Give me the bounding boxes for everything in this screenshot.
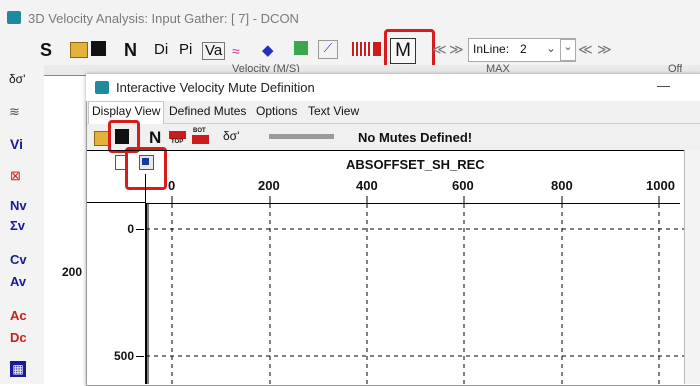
y-tick-mark bbox=[136, 229, 144, 230]
x-axis-title: ABSOFFSET_SH_REC bbox=[346, 157, 485, 172]
wave-icon[interactable]: ≈ bbox=[232, 43, 240, 59]
status-indicator-bar bbox=[269, 134, 334, 139]
glasses-icon[interactable]: δσ' bbox=[223, 129, 239, 143]
status-text: No Mutes Defined! bbox=[358, 130, 473, 145]
glasses-icon[interactable]: δσ' bbox=[9, 72, 25, 86]
prev-line-icon[interactable]: ≪ bbox=[432, 41, 447, 58]
background-y-value: 200 bbox=[62, 265, 83, 279]
off-header: Off bbox=[668, 63, 683, 72]
dialog-title: Interactive Velocity Mute Definition bbox=[116, 80, 315, 95]
max-header: MAX bbox=[486, 63, 510, 72]
cube-icon[interactable]: ◆ bbox=[262, 41, 274, 59]
y-tick-label: 500 bbox=[113, 349, 134, 363]
main-window-title: 3D Velocity Analysis: Input Gather: [ 7]… bbox=[28, 11, 299, 26]
inline-value: 2 bbox=[520, 42, 527, 56]
app-icon bbox=[7, 11, 21, 24]
dialog-right-scroll-edge[interactable] bbox=[684, 150, 700, 384]
nv-tool[interactable]: Nv bbox=[10, 198, 27, 213]
next-line-icon[interactable]: ≫ bbox=[449, 41, 464, 58]
pi-button[interactable]: Pi bbox=[179, 42, 192, 58]
ac-tool[interactable]: Ac bbox=[10, 308, 27, 323]
color-map-icon[interactable] bbox=[294, 41, 308, 55]
y-tick-mark bbox=[136, 356, 144, 357]
top-label: TOP bbox=[171, 139, 184, 145]
next-inline-icon[interactable]: ≫ bbox=[597, 41, 612, 58]
pick-icon[interactable]: ⟋ bbox=[318, 40, 338, 59]
vi-tool[interactable]: Vi bbox=[10, 136, 23, 152]
chevron-down-icon[interactable]: ⌄ bbox=[546, 41, 556, 55]
minimize-button[interactable]: — bbox=[657, 78, 670, 93]
save-icon[interactable] bbox=[91, 41, 106, 56]
n-button[interactable]: N bbox=[124, 41, 137, 59]
y-tick-label: 0 bbox=[127, 222, 134, 236]
dc-tool[interactable]: Dc bbox=[10, 330, 27, 345]
tab-options[interactable]: Options bbox=[256, 104, 297, 118]
velocity-header: Velocity (M/S) bbox=[232, 63, 300, 72]
dialog-n-button[interactable]: N bbox=[149, 128, 161, 148]
wiggle-red-icon[interactable] bbox=[352, 42, 370, 56]
sigma-v-tool[interactable]: Σv bbox=[10, 218, 25, 233]
plot-top-border bbox=[87, 150, 685, 151]
grid-icon[interactable]: ▦ bbox=[10, 361, 26, 377]
delete-icon[interactable]: ⊠ bbox=[10, 168, 21, 184]
chevron-down-icon[interactable]: ⌄ bbox=[560, 39, 576, 61]
tab-text-view[interactable]: Text View bbox=[308, 104, 359, 118]
tab-display-view[interactable]: Display View bbox=[92, 104, 160, 118]
bottom-mute-icon[interactable] bbox=[192, 135, 209, 144]
bot-label: BOT bbox=[193, 128, 206, 134]
s-button[interactable]: S bbox=[40, 41, 52, 59]
stack-icon[interactable]: ≋ bbox=[9, 104, 20, 120]
prev-inline-icon[interactable]: ≪ bbox=[578, 41, 593, 58]
y-axis-top-border bbox=[87, 202, 145, 203]
di-button[interactable]: Di bbox=[154, 42, 168, 58]
inline-label: InLine: bbox=[473, 42, 510, 56]
fill-red-icon[interactable] bbox=[373, 42, 381, 56]
plot-grid bbox=[146, 196, 684, 384]
va-button[interactable]: Va bbox=[202, 42, 226, 60]
open-folder-icon[interactable] bbox=[70, 42, 88, 58]
dialog-app-icon bbox=[95, 81, 109, 94]
top-mute-icon[interactable] bbox=[169, 131, 186, 139]
tab-defined-mutes[interactable]: Defined Mutes bbox=[169, 104, 246, 118]
cv-tool[interactable]: Cv bbox=[10, 252, 27, 267]
av-tool[interactable]: Av bbox=[10, 274, 26, 289]
